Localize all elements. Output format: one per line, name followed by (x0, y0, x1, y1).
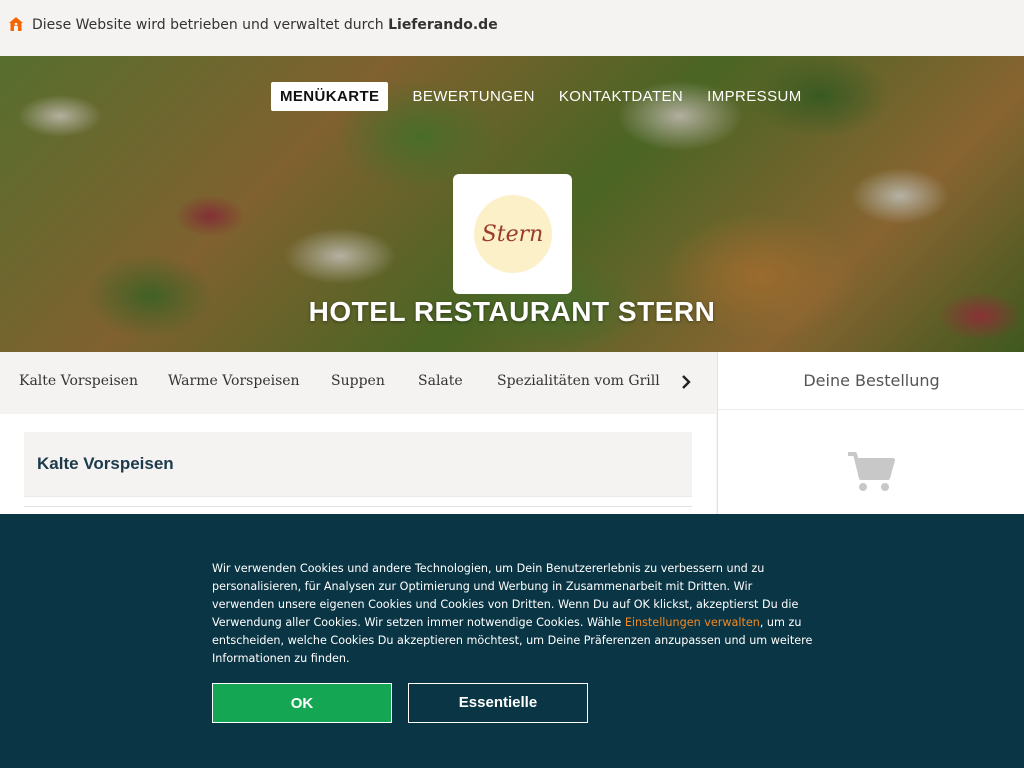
cookie-ok-button[interactable]: OK (212, 683, 392, 723)
top-notice-bar: Diese Website wird betrieben und verwalt… (0, 0, 1024, 56)
category-salate[interactable]: Salate (418, 373, 463, 389)
nav-imprint[interactable]: IMPRESSUM (699, 82, 809, 111)
notice-prefix: Diese Website wird betrieben und verwalt… (32, 17, 389, 33)
section-header: Kalte Vorspeisen (24, 432, 692, 497)
restaurant-logo: Stern (453, 174, 572, 294)
section-title: Kalte Vorspeisen (37, 454, 174, 473)
chevron-right-icon[interactable] (676, 370, 696, 394)
notice-brand-link[interactable]: Lieferando.de (388, 17, 498, 33)
cookie-text: Wir verwenden Cookies und andere Technol… (212, 560, 816, 668)
cookie-banner: Wir verwenden Cookies und andere Technol… (0, 514, 1024, 768)
nav-reviews[interactable]: BEWERTUNGEN (404, 82, 542, 111)
main-nav: MENÜKARTE BEWERTUNGEN KONTAKTDATEN IMPRE… (271, 82, 818, 111)
order-panel: Deine Bestellung (717, 352, 1024, 522)
notice-text: Diese Website wird betrieben und verwalt… (32, 17, 498, 33)
category-warme-vorspeisen[interactable]: Warme Vorspeisen (168, 373, 300, 389)
hero-banner: MENÜKARTE BEWERTUNGEN KONTAKTDATEN IMPRE… (0, 56, 1024, 352)
cookie-essential-button[interactable]: Essentielle (408, 683, 588, 723)
divider (24, 506, 692, 507)
cookie-settings-link[interactable]: Einstellungen verwalten (625, 616, 760, 629)
logo-text: Stern (481, 221, 544, 247)
house-icon (9, 17, 23, 31)
category-suppen[interactable]: Suppen (331, 373, 385, 389)
category-grill[interactable]: Spezialitäten vom Grill (497, 373, 660, 389)
category-kalte-vorspeisen[interactable]: Kalte Vorspeisen (19, 373, 138, 389)
nav-contact[interactable]: KONTAKTDATEN (551, 82, 691, 111)
restaurant-name: HOTEL RESTAURANT STERN (308, 296, 716, 327)
order-title: Deine Bestellung (718, 352, 1024, 410)
nav-menu[interactable]: MENÜKARTE (271, 82, 389, 111)
cart-icon (848, 452, 895, 491)
logo-circle: Stern (473, 195, 552, 273)
category-bar: Kalte Vorspeisen Warme Vorspeisen Suppen… (0, 352, 716, 414)
